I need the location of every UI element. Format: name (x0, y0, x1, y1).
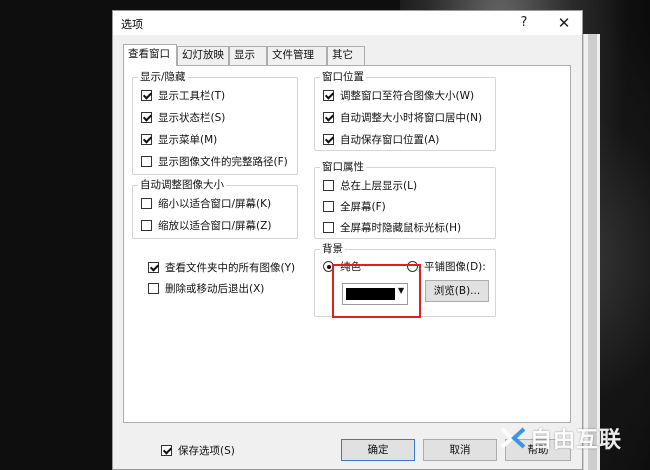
ok-button[interactable]: 确定 (341, 439, 415, 461)
tab-slideshow[interactable]: 幻灯放映 (177, 46, 229, 65)
checkbox-label: 缩放以适合窗口/屏幕(Z) (158, 220, 272, 232)
checkbox-label: 显示工具栏(T) (158, 90, 226, 102)
view-all-images-checkbox[interactable]: 查看文件夹中的所有图像(Y) (148, 260, 295, 275)
tab-file-management[interactable]: 文件管理 (267, 46, 327, 65)
checkbox-label: 显示状态栏(S) (158, 112, 226, 124)
logo-icon (500, 427, 526, 449)
center-window-checkbox[interactable]: 自动调整大小时将窗口居中(N) (323, 110, 482, 125)
checkbox-label: 删除或移动后退出(X) (165, 283, 265, 295)
always-on-top-checkbox[interactable]: 总在上层显示(L) (323, 178, 417, 193)
tab-display[interactable]: 显示 (229, 46, 267, 65)
checkbox-box[interactable] (148, 283, 159, 294)
scrollbar[interactable] (583, 34, 600, 470)
group-auto-resize: 自动调整图像大小 缩小以适合窗口/屏幕(K) 缩放以适合窗口/屏幕(Z) (132, 178, 298, 239)
group-window-properties: 窗口属性 总在上层显示(L) 全屏幕(F) 全屏幕时隐藏鼠标光标(H) (314, 160, 496, 239)
group-title-window-properties: 窗口属性 (320, 160, 366, 174)
dialog-title: 选项 (121, 18, 143, 31)
title-bar: 选项 ? ✕ (113, 11, 582, 35)
watermark-text: 自由互联 (530, 428, 623, 453)
checkbox-label: 保存选项(S) (178, 445, 235, 457)
checkbox-box[interactable] (323, 90, 334, 101)
checkbox-box[interactable] (141, 112, 152, 123)
checkbox-label: 全屏幕时隐藏鼠标光标(H) (340, 222, 462, 234)
radio-label: 平铺图像(D): (424, 261, 486, 273)
checkbox-box[interactable] (141, 220, 152, 231)
tab-view-window[interactable]: 查看窗口 (123, 44, 177, 66)
checkbox-box[interactable] (141, 90, 152, 101)
help-icon[interactable]: ? (509, 11, 539, 35)
group-window-position: 窗口位置 调整窗口至符合图像大小(W) 自动调整大小时将窗口居中(N) 自动保存… (314, 70, 496, 151)
save-options-checkbox[interactable]: 保存选项(S) (161, 443, 235, 458)
checkbox-label: 缩小以适合窗口/屏幕(K) (158, 198, 272, 210)
checkbox-box[interactable] (148, 262, 159, 273)
checkbox-box[interactable] (323, 134, 334, 145)
save-window-position-checkbox[interactable]: 自动保存窗口位置(A) (323, 132, 439, 147)
checkbox-label: 显示图像文件的完整路径(F) (158, 156, 288, 168)
group-title-auto-resize: 自动调整图像大小 (138, 178, 226, 192)
tab-panel-view-window: 显示/隐藏 显示工具栏(T) 显示状态栏(S) 显示菜单(M) 显示图像文件的完… (123, 65, 571, 423)
show-menu-checkbox[interactable]: 显示菜单(M) (141, 132, 217, 147)
close-icon[interactable]: ✕ (549, 11, 579, 35)
group-title-show-hide: 显示/隐藏 (138, 70, 188, 84)
checkbox-label: 自动保存窗口位置(A) (340, 134, 440, 146)
scrollbar-thumb[interactable] (588, 34, 597, 470)
checkbox-label: 总在上层显示(L) (340, 180, 418, 192)
fullscreen-checkbox[interactable]: 全屏幕(F) (323, 199, 386, 214)
tab-other[interactable]: 其它 (327, 46, 365, 65)
checkbox-label: 调整窗口至符合图像大小(W) (340, 90, 475, 102)
options-dialog: 选项 ? ✕ 查看窗口 幻灯放映 显示 文件管理 其它 显示/隐藏 显示工具栏(… (112, 10, 583, 470)
checkbox-box[interactable] (141, 198, 152, 209)
checkbox-box[interactable] (323, 201, 334, 212)
highlight-box (332, 264, 421, 318)
hide-cursor-fullscreen-checkbox[interactable]: 全屏幕时隐藏鼠标光标(H) (323, 220, 461, 235)
browse-button[interactable]: 浏览(B)... (425, 280, 489, 302)
shrink-to-fit-checkbox[interactable]: 缩小以适合窗口/屏幕(K) (141, 196, 271, 211)
watermark: 自由互联 (500, 422, 622, 454)
checkbox-box[interactable] (323, 112, 334, 123)
group-show-hide: 显示/隐藏 显示工具栏(T) 显示状态栏(S) 显示菜单(M) 显示图像文件的完… (132, 70, 298, 175)
exit-after-delete-checkbox[interactable]: 删除或移动后退出(X) (148, 281, 264, 296)
checkbox-label: 全屏幕(F) (340, 201, 386, 213)
zoom-to-fit-checkbox[interactable]: 缩放以适合窗口/屏幕(Z) (141, 218, 271, 233)
show-statusbar-checkbox[interactable]: 显示状态栏(S) (141, 110, 225, 125)
cancel-button[interactable]: 取消 (423, 439, 497, 461)
group-title-window-position: 窗口位置 (320, 70, 366, 84)
checkbox-box[interactable] (141, 156, 152, 167)
checkbox-label: 显示菜单(M) (158, 134, 218, 146)
show-toolbar-checkbox[interactable]: 显示工具栏(T) (141, 88, 225, 103)
checkbox-box[interactable] (323, 222, 334, 233)
fit-window-to-image-checkbox[interactable]: 调整窗口至符合图像大小(W) (323, 88, 474, 103)
checkbox-box[interactable] (161, 445, 172, 456)
checkbox-label: 查看文件夹中的所有图像(Y) (165, 262, 296, 274)
checkbox-box[interactable] (323, 180, 334, 191)
checkbox-box[interactable] (141, 134, 152, 145)
show-full-path-checkbox[interactable]: 显示图像文件的完整路径(F) (141, 154, 288, 169)
group-title-background: 背景 (320, 242, 345, 256)
checkbox-label: 自动调整大小时将窗口居中(N) (340, 112, 483, 124)
